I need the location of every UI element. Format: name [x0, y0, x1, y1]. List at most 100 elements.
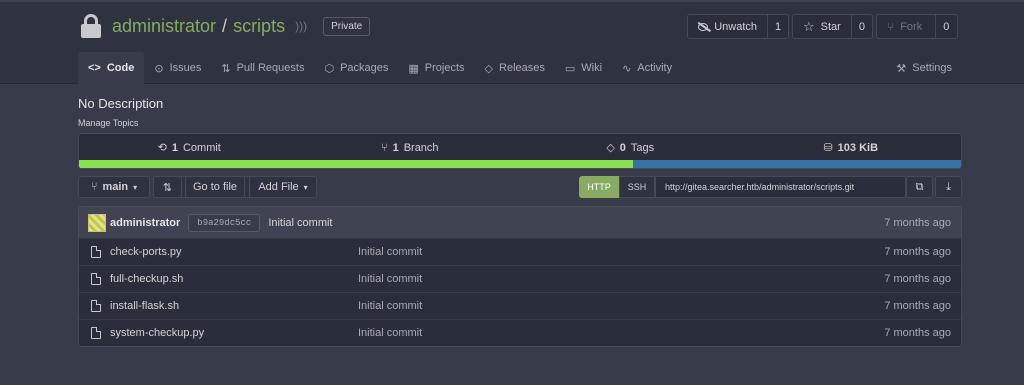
pull-request-icon: ⇅	[221, 62, 231, 75]
tab-label: Projects	[424, 62, 465, 74]
file-name[interactable]: full-checkup.sh	[110, 273, 183, 285]
fork-icon: ⑂	[887, 19, 895, 34]
download-button[interactable]: ⤓	[935, 176, 962, 198]
file-name[interactable]: check-ports.py	[110, 246, 182, 258]
file-row[interactable]: check-ports.py Initial commit 7 months a…	[79, 238, 961, 265]
branch-selector[interactable]: ⑂ main ▾	[78, 176, 150, 198]
add-file-label: Add File	[258, 181, 299, 193]
issue-icon: ⊙	[154, 62, 164, 75]
language-segment[interactable]	[632, 160, 961, 168]
tab-activity[interactable]: ∿ Activity	[612, 52, 682, 84]
file-commit-message[interactable]: Initial commit	[358, 300, 422, 312]
file-icon	[91, 273, 101, 285]
go-to-file-button[interactable]: Go to file	[185, 176, 245, 198]
database-icon: ⛁	[823, 142, 833, 154]
copy-url-button[interactable]: ⧉	[906, 176, 933, 198]
commits-stat[interactable]: ⟲ 1 Commit	[79, 134, 300, 161]
tab-code[interactable]: <> Code	[78, 52, 145, 84]
tab-settings[interactable]: ⚒ Settings	[886, 52, 962, 84]
add-file-dropdown[interactable]: Add File ▾	[249, 176, 317, 198]
avatar[interactable]	[88, 213, 106, 232]
repo-tabs: <> Code ⊙ Issues ⇅ Pull Requests ⬡ Packa…	[78, 52, 962, 84]
eye-slash-icon	[698, 22, 709, 31]
tab-releases[interactable]: ◇ Releases	[475, 52, 555, 84]
tags-stat[interactable]: ◇ 0 Tags	[520, 134, 741, 161]
copy-icon: ⧉	[915, 180, 924, 193]
project-icon: ▦	[408, 62, 419, 75]
tab-projects[interactable]: ▦ Projects	[398, 52, 474, 84]
tab-label: Settings	[912, 62, 952, 74]
star-label: Star	[820, 20, 841, 33]
watch-count[interactable]: 1	[768, 15, 788, 38]
language-segment[interactable]	[79, 160, 633, 168]
clone-http-button[interactable]: HTTP	[579, 176, 619, 198]
file-name[interactable]: system-checkup.py	[110, 327, 204, 339]
star-count[interactable]: 0	[852, 15, 872, 38]
file-commit-message[interactable]: Initial commit	[358, 327, 422, 339]
commit-message[interactable]: Initial commit	[268, 217, 332, 229]
file-age: 7 months ago	[884, 246, 951, 258]
watch-button[interactable]: Unwatch	[688, 15, 768, 38]
repo-name-link[interactable]: scripts	[233, 16, 285, 37]
history-icon: ⟲	[157, 142, 167, 154]
tag-label: Tags	[630, 141, 655, 154]
commit-author[interactable]: administrator	[110, 217, 180, 229]
latest-commit-row: administrator b9a29dc5cc Initial commit …	[79, 207, 961, 238]
top-navbar-edge	[0, 0, 1024, 2]
file-icon	[91, 300, 101, 312]
star-button-group[interactable]: ☆ Star 0	[792, 14, 873, 39]
tab-packages[interactable]: ⬡ Packages	[314, 52, 398, 84]
go-to-file-label: Go to file	[192, 181, 238, 193]
file-commit-message[interactable]: Initial commit	[358, 273, 422, 285]
file-commit-message[interactable]: Initial commit	[358, 246, 422, 258]
branch-count: 1	[392, 141, 399, 154]
file-row[interactable]: system-checkup.py Initial commit 7 month…	[79, 319, 961, 346]
commit-age: 7 months ago	[884, 216, 951, 229]
size-stat: ⛁ 103 KiB	[741, 134, 962, 161]
tag-icon: ◇	[606, 142, 615, 154]
tab-pull-requests[interactable]: ⇅ Pull Requests	[211, 52, 314, 84]
tab-label: Activity	[637, 62, 673, 74]
tag-icon: ◇	[484, 62, 494, 75]
rss-icon[interactable]: )))	[295, 19, 307, 33]
branches-stat[interactable]: ⑂ 1 Branch	[300, 134, 521, 161]
private-badge: Private	[323, 16, 371, 36]
tab-label: Packages	[340, 62, 389, 74]
file-name[interactable]: install-flask.sh	[110, 300, 179, 312]
fork-count[interactable]: 0	[936, 15, 957, 38]
fork-button-group[interactable]: ⑂ Fork 0	[876, 14, 958, 39]
clone-panel: HTTP SSH http://gitea.searcher.htb/admin…	[579, 176, 906, 198]
tools-icon: ⚒	[896, 62, 907, 75]
repo-description: No Description	[78, 96, 164, 111]
tab-wiki[interactable]: ▭ Wiki	[555, 52, 612, 84]
compare-button[interactable]: ⇅	[153, 176, 182, 198]
file-list: administrator b9a29dc5cc Initial commit …	[78, 206, 962, 347]
tab-label: Pull Requests	[236, 62, 305, 74]
repo-size: 103 KiB	[837, 141, 879, 154]
commit-label: Commit	[182, 141, 221, 154]
file-row[interactable]: full-checkup.sh Initial commit 7 months …	[79, 265, 961, 292]
book-icon: ▭	[564, 62, 576, 75]
tab-issues[interactable]: ⊙ Issues	[144, 52, 211, 84]
caret-down-icon: ▾	[133, 182, 138, 192]
compare-icon: ⇅	[162, 181, 173, 194]
caret-down-icon: ▾	[303, 182, 308, 192]
watch-button-group[interactable]: Unwatch 1	[687, 14, 789, 39]
star-button[interactable]: ☆ Star	[793, 15, 852, 38]
clone-ssh-button[interactable]: SSH	[619, 176, 655, 198]
commit-sha-badge[interactable]: b9a29dc5cc	[188, 213, 261, 232]
tag-count: 0	[619, 141, 626, 154]
branch-icon: ⑂	[90, 181, 98, 193]
language-bar[interactable]	[79, 160, 961, 168]
file-age: 7 months ago	[884, 273, 951, 285]
manage-topics-link[interactable]: Manage Topics	[78, 118, 138, 128]
file-icon	[91, 327, 101, 339]
repo-stats-bar: ⟲ 1 Commit ⑂ 1 Branch ◇ 0 Tags ⛁ 103 KiB	[78, 133, 962, 169]
file-row[interactable]: install-flask.sh Initial commit 7 months…	[79, 292, 961, 319]
repo-owner-link[interactable]: administrator	[112, 16, 216, 37]
file-age: 7 months ago	[884, 300, 951, 312]
clone-url-input[interactable]: http://gitea.searcher.htb/administrator/…	[655, 176, 906, 198]
branch-label: Branch	[403, 141, 439, 154]
fork-label: Fork	[900, 20, 923, 33]
fork-button[interactable]: ⑂ Fork	[877, 15, 936, 38]
